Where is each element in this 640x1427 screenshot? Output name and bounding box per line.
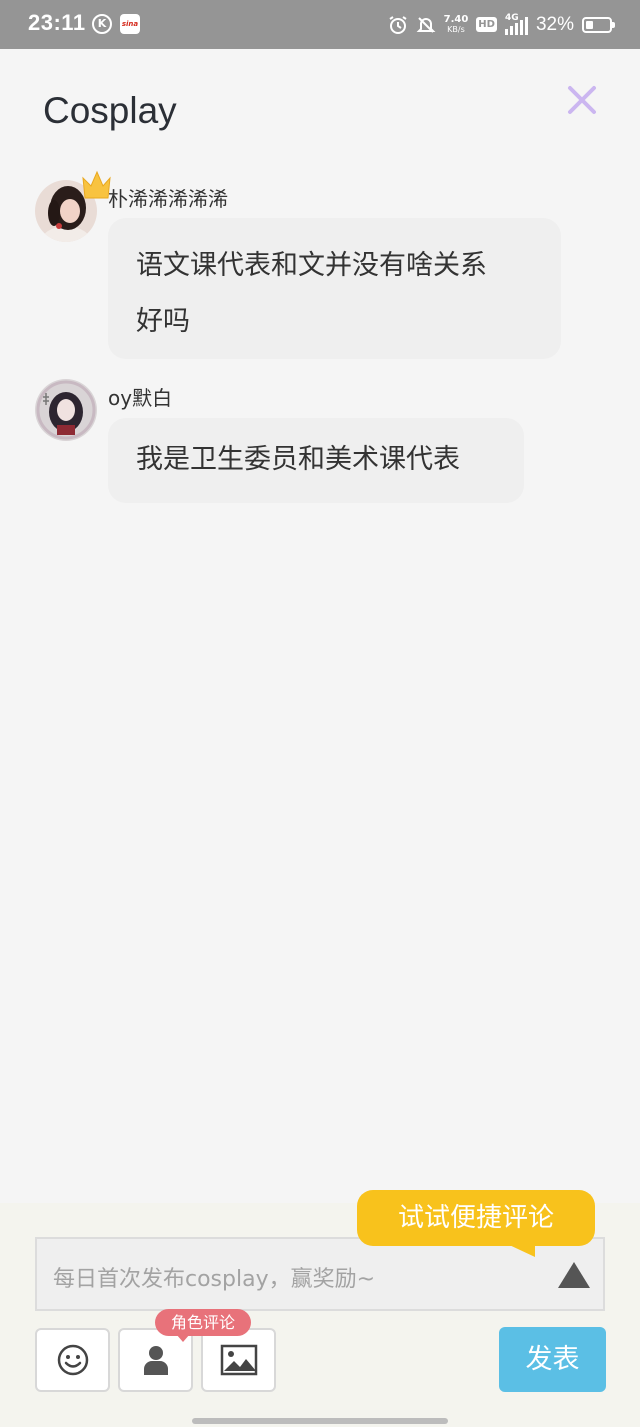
comment-username[interactable]: oy默白 <box>108 382 172 411</box>
close-icon <box>568 86 596 114</box>
comment-bubble[interactable]: 语文课代表和文并没有啥关系 好吗 <box>108 218 561 359</box>
alarm-icon <box>388 15 408 35</box>
network-type: 4G <box>504 12 519 23</box>
crown-icon <box>82 170 111 199</box>
comment-input-placeholder: 每日首次发布cosplay，赢奖励~ <box>53 1267 376 1292</box>
comment-text-line: 好吗 <box>136 306 190 337</box>
battery-percent: 32% <box>535 13 574 35</box>
person-icon <box>143 1346 168 1375</box>
sina-app-icon: sina <box>120 14 140 34</box>
speed-value: 7.40 <box>443 13 469 25</box>
status-bar: 23:11 K sina 7.40 KB/s HD 4G 32% <box>0 0 640 49</box>
badge-tail <box>176 1334 190 1342</box>
k-app-icon: K <box>92 14 112 34</box>
avatar[interactable] <box>35 379 97 441</box>
comment-text-line: 语文课代表和文并没有啥关系 <box>136 250 487 281</box>
smiley-icon <box>57 1344 88 1376</box>
close-button[interactable] <box>562 80 602 120</box>
page-title: Cosplay <box>43 90 177 131</box>
battery-icon <box>582 16 615 33</box>
hd-icon: HD <box>476 17 497 32</box>
status-icons: 7.40 KB/s HD 4G 32% <box>388 0 615 49</box>
role-comment-badge: 角色评论 <box>155 1309 251 1336</box>
home-indicator[interactable] <box>192 1418 448 1424</box>
comment-text-line: 我是卫生委员和美术课代表 <box>136 444 460 475</box>
comment-item: 朴浠浠浠浠浠 语文课代表和文并没有啥关系 好吗 <box>35 170 565 360</box>
comment-username[interactable]: 朴浠浠浠浠浠 <box>108 183 228 212</box>
status-time: 23:11 <box>28 10 86 35</box>
mute-bell-icon <box>416 15 436 35</box>
quick-comment-tip[interactable]: 试试便捷评论 <box>357 1190 595 1246</box>
send-button[interactable]: 发表 <box>499 1327 606 1392</box>
image-icon <box>220 1344 257 1376</box>
tip-tail <box>505 1243 535 1257</box>
expand-triangle-icon[interactable] <box>558 1262 590 1288</box>
image-button[interactable] <box>201 1328 276 1392</box>
comment-item: oy默白 我是卫生委员和美术课代表 <box>35 379 565 504</box>
emoji-button[interactable] <box>35 1328 110 1392</box>
signal-icon: 4G <box>504 12 528 35</box>
network-speed: 7.40 KB/s <box>443 13 469 35</box>
speed-unit: KB/s <box>447 24 465 34</box>
comment-bubble[interactable]: 我是卫生委员和美术课代表 <box>108 418 524 503</box>
